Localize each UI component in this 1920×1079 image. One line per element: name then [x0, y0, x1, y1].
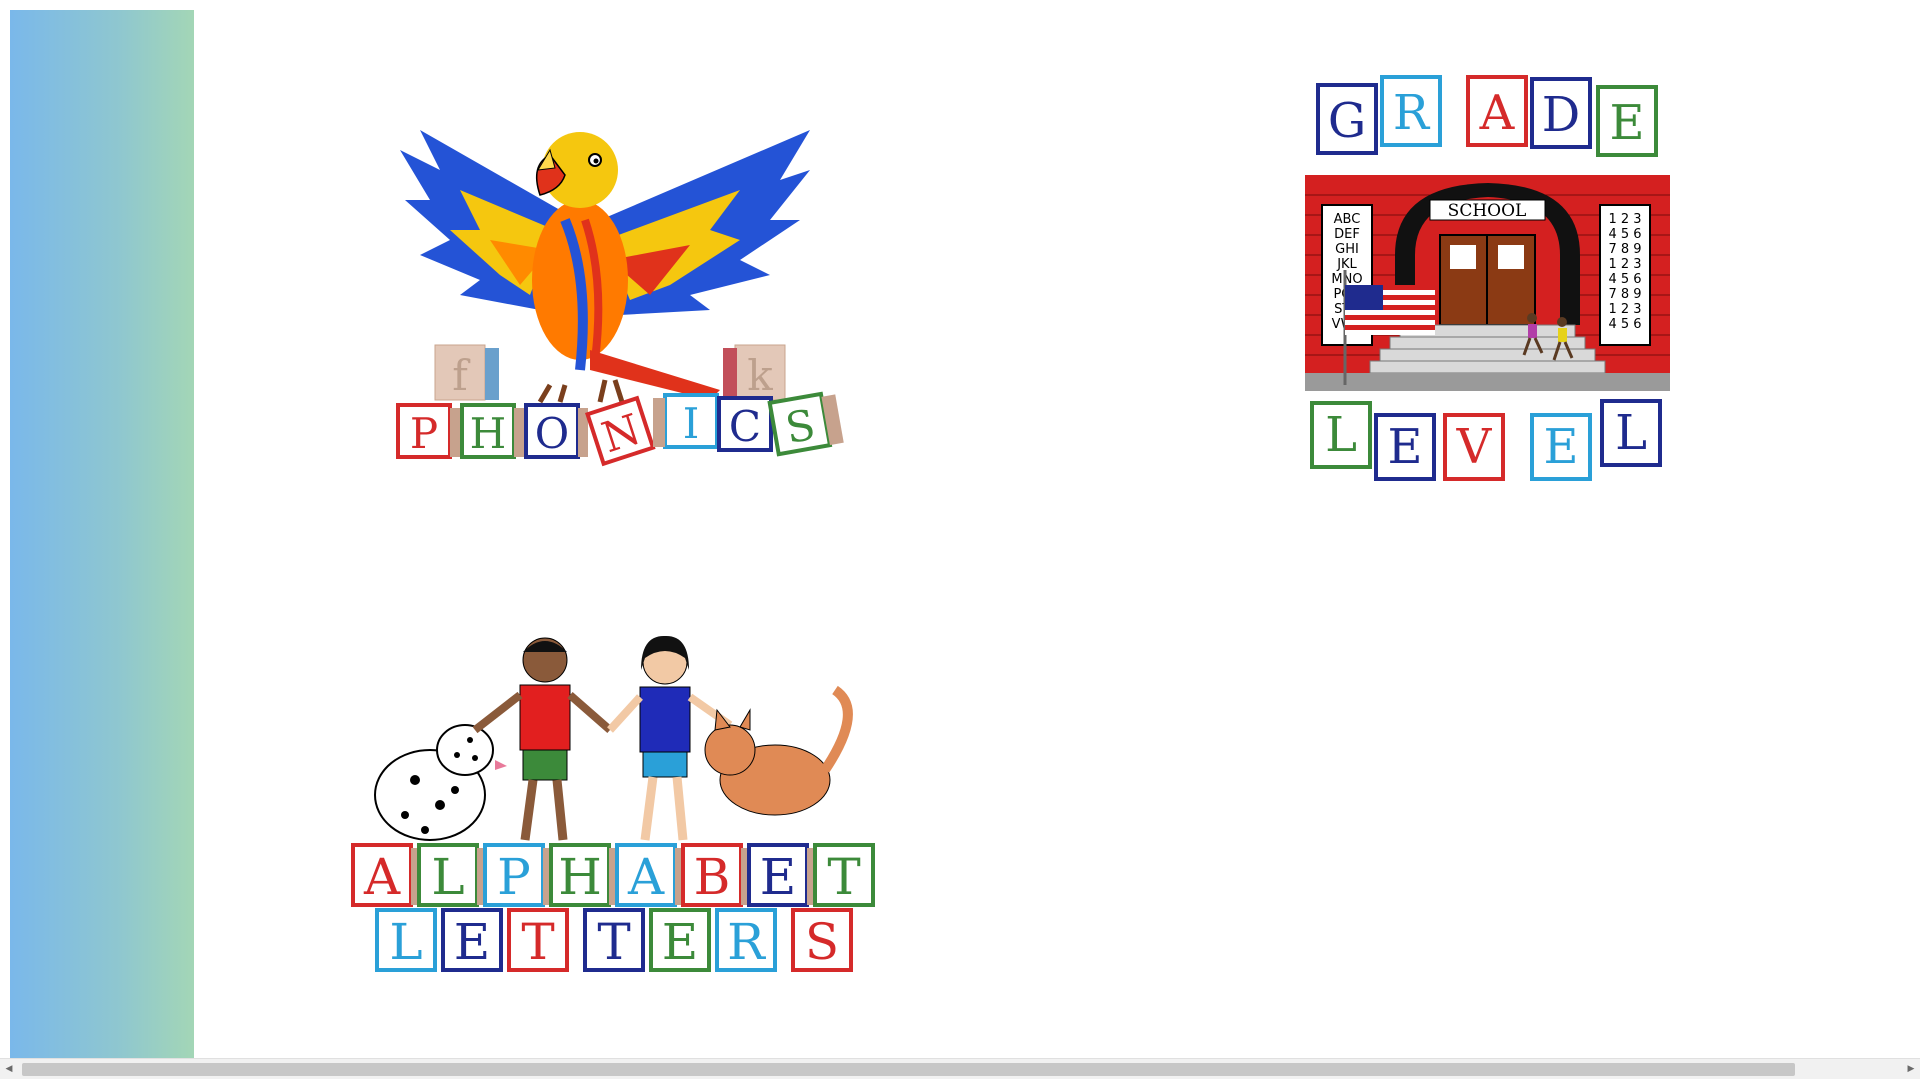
- svg-text:R: R: [727, 913, 766, 971]
- block-letter-h: H: [470, 409, 507, 458]
- scroll-right-arrow-icon[interactable]: ▶: [1902, 1059, 1920, 1079]
- chart-row: JKL: [1336, 257, 1357, 272]
- grade-level-image: G R A D E SCHOOL ABC DEF GHI JKL MNO 1 2…: [1305, 75, 1670, 481]
- boy-icon: [472, 637, 613, 841]
- phonics-word-blocks: P H O N I C S: [396, 391, 844, 467]
- scrollbar-thumb[interactable]: [22, 1063, 1795, 1076]
- svg-text:R: R: [1393, 85, 1431, 141]
- dalmatian-dog-icon: [374, 724, 507, 841]
- svg-text:L: L: [389, 913, 422, 971]
- chart-row: 1 2 3: [1608, 212, 1641, 227]
- svg-text:T: T: [597, 913, 630, 971]
- svg-text:E: E: [1609, 95, 1644, 151]
- alphabet-word-blocks: A L P H A B E T: [351, 843, 875, 907]
- scroll-left-arrow-icon[interactable]: ◀: [0, 1059, 18, 1079]
- chart-row: 7 8 9: [1608, 242, 1641, 257]
- chart-row: 4 5 6: [1608, 227, 1641, 242]
- horizontal-scrollbar[interactable]: ◀ ▶: [0, 1058, 1920, 1079]
- svg-text:E: E: [1543, 419, 1578, 475]
- svg-text:H: H: [558, 848, 602, 906]
- school-building-icon: SCHOOL ABC DEF GHI JKL MNO PQR: [1305, 175, 1670, 391]
- alphabet-letters-link[interactable]: A L P H A B E T L E T T E R S: [345, 630, 915, 980]
- svg-text:T: T: [827, 848, 860, 906]
- grade-level-link[interactable]: G R A D E SCHOOL ABC DEF GHI JKL MNO 1 2…: [1300, 75, 1680, 485]
- chart-row: ABC: [1334, 212, 1361, 227]
- svg-text:E: E: [454, 913, 491, 971]
- svg-text:A: A: [363, 848, 401, 906]
- block-letter-p: P: [410, 409, 438, 458]
- svg-text:L: L: [431, 848, 464, 906]
- svg-text:T: T: [521, 913, 554, 971]
- phonics-link[interactable]: f k P H O N I C S: [390, 80, 860, 480]
- chart-row: 4 5 6: [1608, 317, 1641, 332]
- chart-row: MNO: [1331, 272, 1362, 287]
- svg-text:E: E: [662, 913, 699, 971]
- svg-text:L: L: [1615, 405, 1647, 461]
- school-sign: SCHOOL: [1448, 201, 1527, 221]
- parrot-right-wing-icon: [600, 130, 810, 315]
- grade-word-blocks: G R A D E: [1316, 75, 1658, 157]
- chart-row: 1 2 3: [1608, 302, 1641, 317]
- chart-row: 4 5 6: [1608, 272, 1641, 287]
- svg-text:S: S: [805, 913, 839, 971]
- svg-text:A: A: [627, 848, 665, 906]
- svg-text:G: G: [1328, 93, 1366, 149]
- level-word-blocks: L E V E L: [1310, 399, 1662, 481]
- chart-row: GHI: [1335, 242, 1359, 257]
- svg-text:D: D: [1542, 87, 1580, 143]
- svg-text:V: V: [1456, 419, 1493, 475]
- chart-row: DEF: [1334, 227, 1360, 242]
- small-block-letter: k: [747, 351, 773, 400]
- chart-row: 7 8 9: [1608, 287, 1641, 302]
- svg-text:A: A: [1479, 85, 1516, 141]
- block-letter-i: I: [683, 399, 700, 448]
- block-letter-c: C: [729, 402, 761, 451]
- svg-text:P: P: [497, 848, 531, 906]
- svg-text:L: L: [1325, 407, 1357, 463]
- svg-text:E: E: [1387, 419, 1422, 475]
- sidebar-panel: [10, 10, 194, 1058]
- chart-row: 1 2 3: [1608, 257, 1641, 272]
- alphabet-letters-image: A L P H A B E T L E T T E R S: [351, 635, 875, 972]
- svg-text:E: E: [760, 848, 797, 906]
- cat-icon: [704, 685, 853, 816]
- phonics-image: f k P H O N I C S: [396, 130, 844, 467]
- block-letter-o: O: [535, 409, 569, 458]
- svg-text:B: B: [694, 848, 731, 906]
- letters-word-blocks: L E T T E R S: [375, 908, 853, 972]
